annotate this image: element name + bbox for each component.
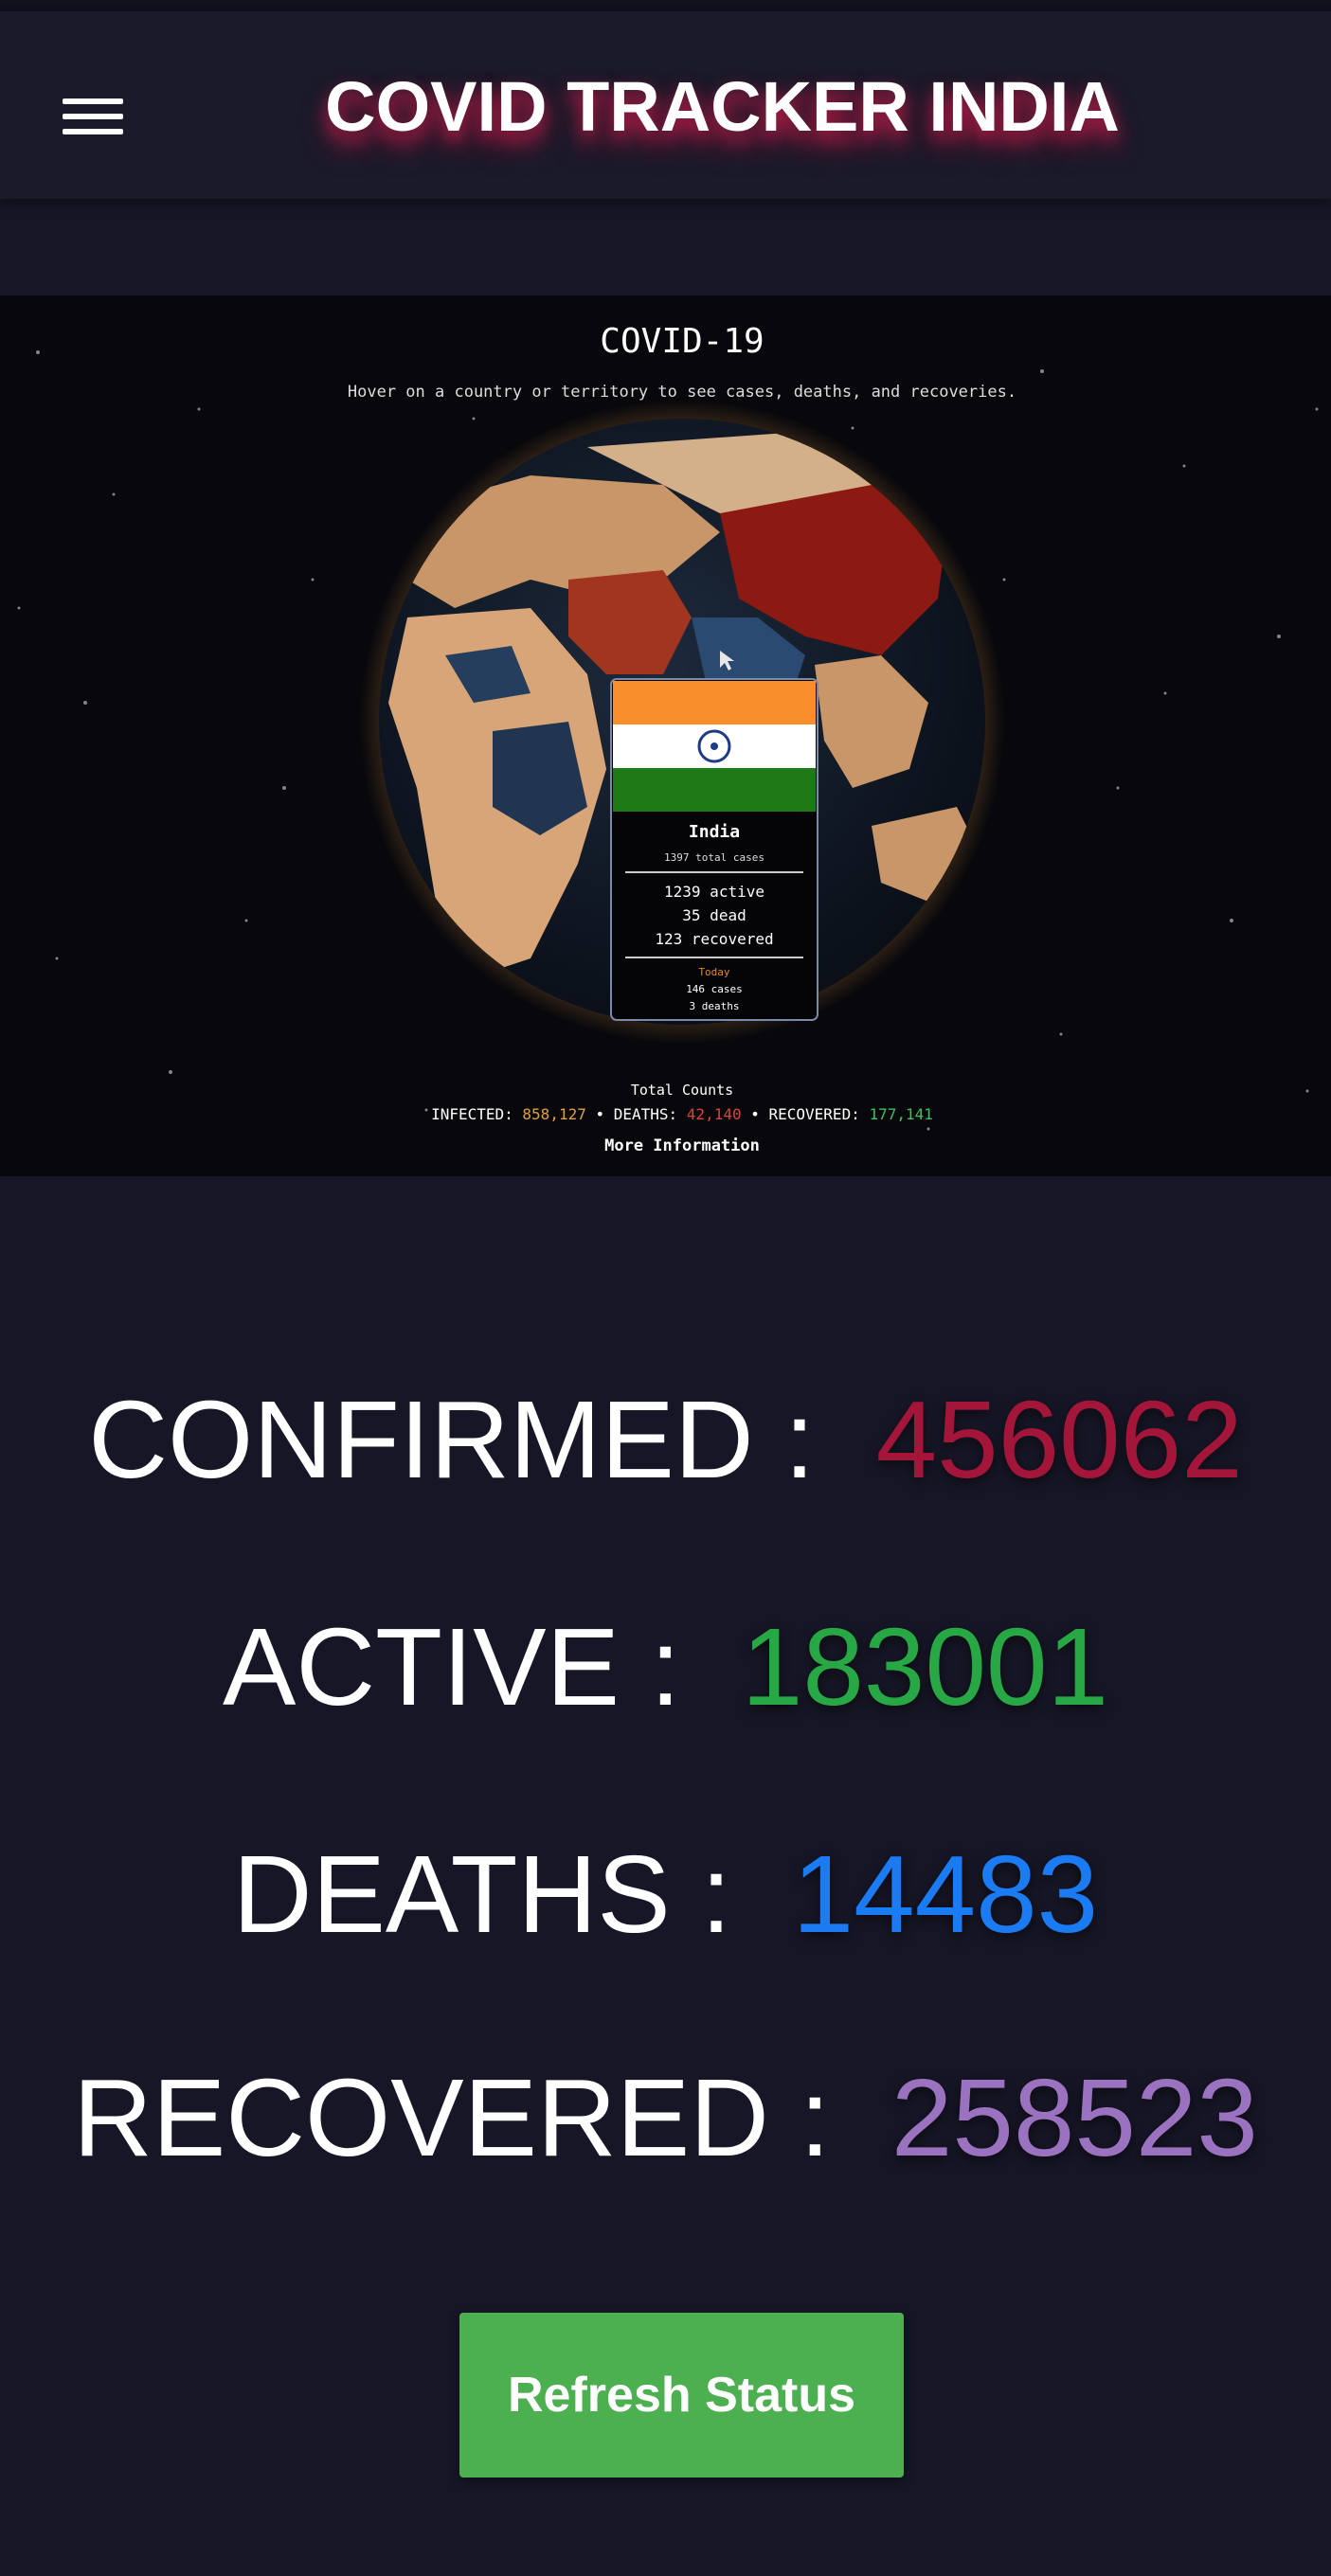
stat-confirmed-separator: : bbox=[783, 1378, 816, 1501]
tooltip-today-deaths: 3 deaths bbox=[690, 1000, 740, 1012]
globe-illustration: COVID-19 Hover on a country or territory… bbox=[0, 295, 1331, 1176]
stat-recovered-separator: : bbox=[800, 2056, 831, 2179]
globe-heading: COVID-19 bbox=[600, 322, 764, 361]
stat-deaths: DEATHS : 14483 bbox=[0, 1828, 1331, 1960]
more-info-link: More Information bbox=[604, 1136, 760, 1155]
stat-active-label: ACTIVE bbox=[222, 1605, 620, 1728]
tooltip-total: 1397 total cases bbox=[664, 851, 764, 864]
app-title: COVID TRACKER INDIA bbox=[325, 67, 1120, 146]
globe-subheading: Hover on a country or territory to see c… bbox=[348, 383, 1016, 402]
stat-recovered-value: 258523 bbox=[890, 2056, 1258, 2179]
app-bar: COVID TRACKER INDIA bbox=[0, 11, 1331, 199]
tooltip-recovered: 123 recovered bbox=[655, 930, 773, 948]
stat-deaths-value: 14483 bbox=[792, 1833, 1099, 1956]
tooltip-today-cases: 146 cases bbox=[686, 983, 743, 995]
tooltip-country: India bbox=[689, 822, 740, 842]
country-tooltip: India 1397 total cases 1239 active 35 de… bbox=[610, 678, 818, 1021]
india-flag-icon bbox=[613, 681, 816, 812]
stat-deaths-separator: : bbox=[700, 1833, 732, 1956]
tooltip-today: Today bbox=[698, 966, 729, 978]
stat-recovered-label: RECOVERED bbox=[73, 2056, 769, 2179]
refresh-status-button[interactable]: Refresh Status bbox=[459, 2313, 904, 2478]
stat-active-separator: : bbox=[650, 1605, 681, 1728]
totals-line: INFECTED: 858,127 • DEATHS: 42,140 • REC… bbox=[431, 1105, 933, 1123]
totals-heading: Total Counts bbox=[631, 1082, 733, 1099]
stat-deaths-label: DEATHS bbox=[232, 1833, 671, 1956]
tooltip-active: 1239 active bbox=[664, 883, 764, 901]
stat-recovered: RECOVERED : 258523 bbox=[0, 2051, 1331, 2184]
stat-confirmed-value: 456062 bbox=[875, 1378, 1243, 1501]
stat-active: ACTIVE : 183001 bbox=[0, 1601, 1331, 1733]
tooltip-dead: 35 dead bbox=[682, 906, 746, 924]
status-strip bbox=[0, 0, 1331, 11]
stat-active-value: 183001 bbox=[741, 1605, 1108, 1728]
stat-confirmed-label: CONFIRMED bbox=[88, 1378, 754, 1501]
stat-confirmed: CONFIRMED : 456062 bbox=[0, 1373, 1331, 1506]
